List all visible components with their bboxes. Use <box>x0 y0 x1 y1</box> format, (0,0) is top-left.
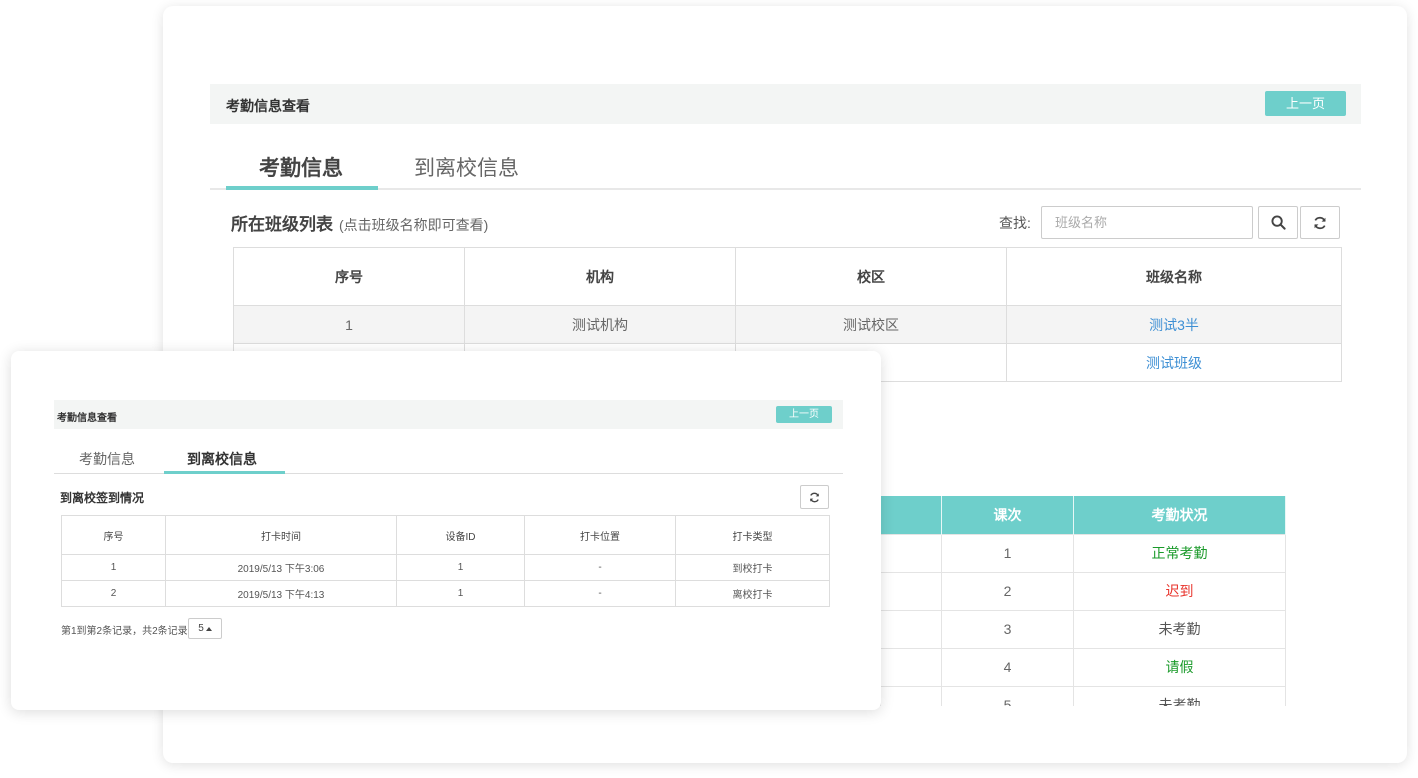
table-row: 2 2019/5/13 下午4:13 1 - 离校打卡 <box>61 580 830 607</box>
sign-in-table: 序号 打卡时间 设备ID 打卡位置 打卡类型 1 2019/5/13 下午3:0… <box>61 515 830 607</box>
table-cell: 2 <box>61 580 166 607</box>
status-cell: 迟到 <box>1073 571 1286 611</box>
table-cell <box>880 533 942 573</box>
table-cell: 到校打卡 <box>675 554 830 581</box>
refresh-icon <box>810 492 819 502</box>
search-icon <box>1270 215 1286 230</box>
table-cell <box>880 571 942 611</box>
column-header: 课次 <box>941 496 1074 534</box>
status-cell: 正常考勤 <box>1073 533 1286 573</box>
table-row: 1 2019/5/13 下午3:06 1 - 到校打卡 <box>61 554 830 581</box>
column-header <box>880 496 942 534</box>
refresh-button[interactable] <box>800 485 829 509</box>
tab-arrival-departure[interactable]: 到离校信息 <box>187 449 257 469</box>
table-cell: 离校打卡 <box>675 580 830 607</box>
page-title: 考勤信息查看 <box>226 98 310 114</box>
column-header: 设备ID <box>396 515 525 555</box>
page-size-dropdown[interactable]: 5 <box>188 618 222 639</box>
page-size-value: 5 <box>198 623 204 634</box>
table-row: 4 请假 <box>880 647 1286 687</box>
table-header-row: 序号 机构 校区 班级名称 <box>233 247 1342 306</box>
column-header: 机构 <box>464 247 736 306</box>
active-tab-indicator <box>164 471 285 474</box>
prev-page-button[interactable]: 上一页 <box>776 406 832 423</box>
column-header: 班级名称 <box>1006 247 1342 306</box>
search-button[interactable] <box>1258 206 1298 239</box>
table-cell <box>880 647 942 687</box>
table-cell: 测试机构 <box>464 305 736 344</box>
column-header: 打卡类型 <box>675 515 830 555</box>
table-row: 2 迟到 <box>880 571 1286 611</box>
column-header: 序号 <box>233 247 465 306</box>
class-name-link[interactable]: 测试班级 <box>1006 343 1342 382</box>
table-header-row: 序号 打卡时间 设备ID 打卡位置 打卡类型 <box>61 515 830 555</box>
class-list-heading: 所在班级列表 <box>231 215 333 234</box>
table-cell: 1 <box>233 305 465 344</box>
status-cell: 请假 <box>1073 647 1286 687</box>
table-cell: 1 <box>396 554 525 581</box>
table-cell: 1 <box>396 580 525 607</box>
section-title: 到离校签到情况 <box>60 491 145 505</box>
table-row: 1 测试机构 测试校区 测试3半 <box>233 305 1342 344</box>
table-cell: 2019/5/13 下午4:13 <box>165 580 397 607</box>
prev-page-button[interactable]: 上一页 <box>1265 91 1346 116</box>
attendance-table: 课次 考勤状况 1 正常考勤 2 迟到 3 未考勤 4 请假 5 未考勤 <box>880 496 1286 725</box>
class-name-search-input[interactable] <box>1041 206 1253 239</box>
refresh-button[interactable] <box>1300 206 1340 239</box>
table-cell: 1 <box>941 533 1074 573</box>
table-cell: - <box>524 580 676 607</box>
tab-bar: 考勤信息 到离校信息 <box>210 136 1361 190</box>
active-tab-indicator <box>226 186 378 190</box>
table-header-row: 课次 考勤状况 <box>880 496 1286 534</box>
caret-up-icon <box>205 626 212 631</box>
class-list-hint: (点击班级名称即可查看) <box>339 217 489 233</box>
class-list-title: 所在班级列表 (点击班级名称即可查看) <box>231 210 488 235</box>
table-cell: 4 <box>941 647 1074 687</box>
refresh-icon <box>1314 216 1326 229</box>
pagination-info: 第1到第2条记录，共2条记录 <box>61 626 188 637</box>
table-cell: 测试校区 <box>735 305 1007 344</box>
table-cell: 2 <box>941 571 1074 611</box>
tab-bar: 考勤信息 到离校信息 <box>54 437 843 474</box>
column-header: 校区 <box>735 247 1007 306</box>
front-window: 考勤信息查看 上一页 考勤信息 到离校信息 到离校签到情况 序号 打卡时间 设备… <box>11 351 881 710</box>
class-name-link[interactable]: 测试3半 <box>1006 305 1342 344</box>
table-cell: - <box>524 554 676 581</box>
search-label: 查找: <box>999 215 1031 231</box>
tab-arrival-departure[interactable]: 到离校信息 <box>414 152 519 182</box>
table-clip <box>880 706 1300 763</box>
column-header: 打卡位置 <box>524 515 676 555</box>
table-row: 1 正常考勤 <box>880 533 1286 573</box>
tab-attendance[interactable]: 考勤信息 <box>259 152 343 182</box>
page-header: 考勤信息查看 上一页 <box>210 84 1361 124</box>
table-cell: 1 <box>61 554 166 581</box>
status-cell: 未考勤 <box>1073 609 1286 649</box>
column-header: 打卡时间 <box>165 515 397 555</box>
table-cell: 3 <box>941 609 1074 649</box>
tab-attendance[interactable]: 考勤信息 <box>79 449 135 469</box>
column-header: 考勤状况 <box>1073 496 1286 534</box>
page-title: 考勤信息查看 <box>57 413 117 424</box>
page-header: 考勤信息查看 上一页 <box>54 400 843 429</box>
table-cell: 2019/5/13 下午3:06 <box>165 554 397 581</box>
column-header: 序号 <box>61 515 166 555</box>
table-row: 3 未考勤 <box>880 609 1286 649</box>
table-cell <box>880 609 942 649</box>
